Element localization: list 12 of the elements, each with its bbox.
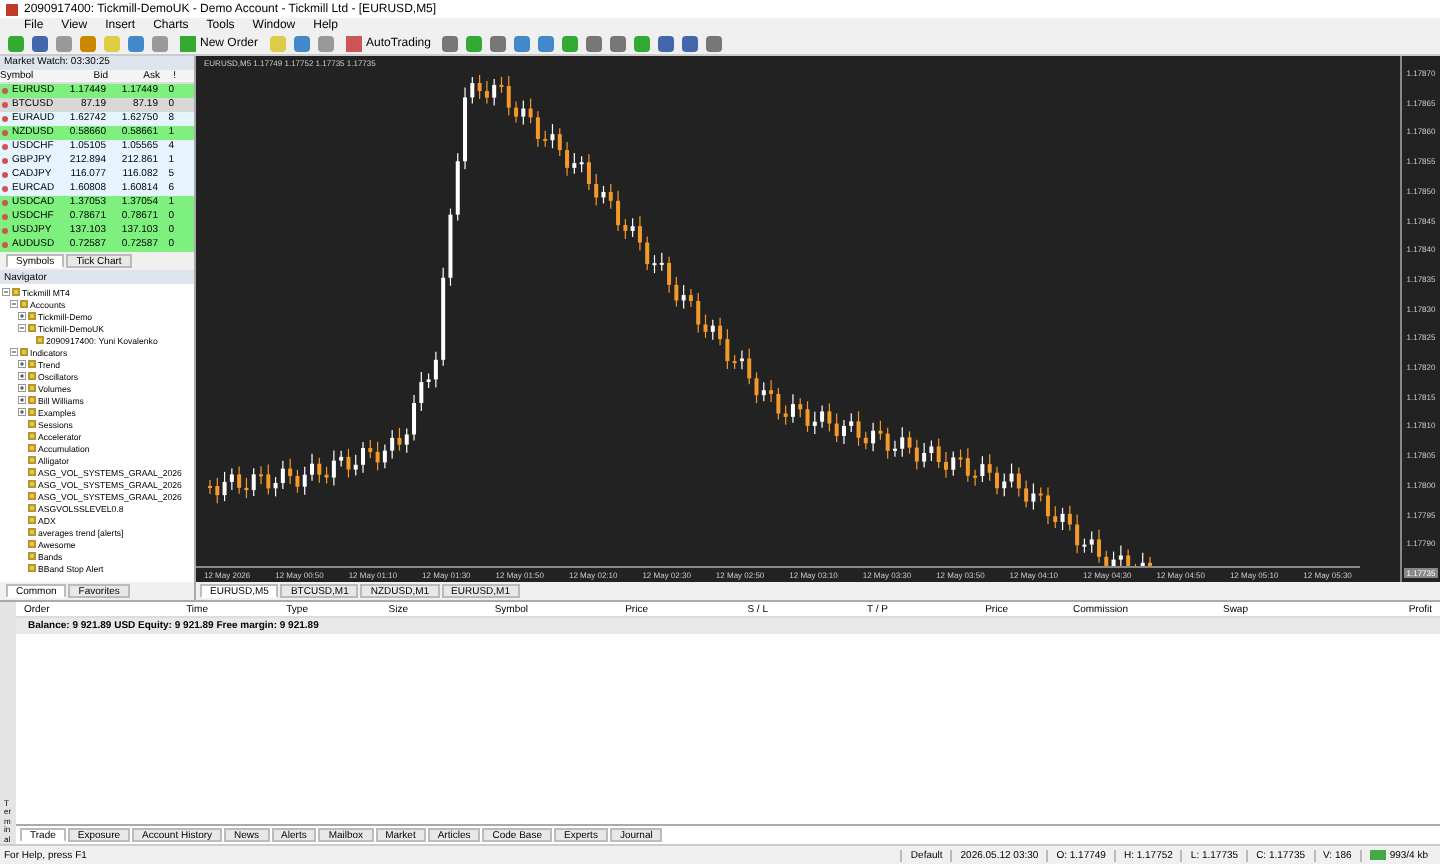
expand-icon[interactable] [18, 360, 26, 368]
expand-icon[interactable] [18, 396, 26, 404]
collapse-icon[interactable] [10, 300, 18, 308]
collapse-icon[interactable] [10, 348, 18, 356]
expand-icon[interactable] [18, 372, 26, 380]
expand-icon[interactable] [18, 384, 26, 392]
collapse-icon[interactable] [2, 288, 10, 296]
expand-icon[interactable] [18, 312, 26, 320]
connection-icon [1369, 850, 1386, 860]
expand-icon[interactable] [18, 408, 26, 416]
app-icon [6, 3, 18, 15]
collapse-icon[interactable] [18, 324, 26, 332]
